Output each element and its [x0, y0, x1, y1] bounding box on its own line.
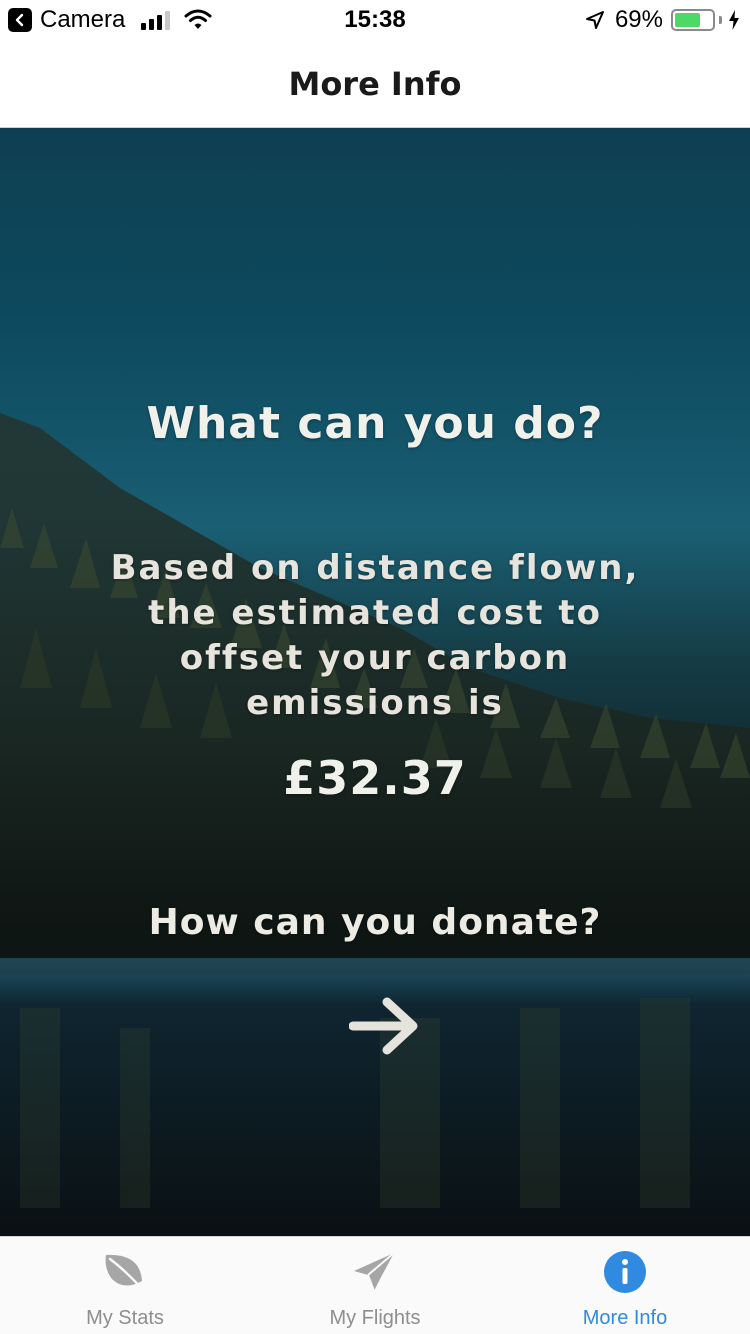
- tab-label-my-stats: My Stats: [86, 1307, 164, 1329]
- battery-cap: [719, 16, 722, 24]
- tab-label-more-info: More Info: [582, 1307, 668, 1329]
- donate-question: How can you donate?: [148, 902, 602, 943]
- back-app-label[interactable]: Camera: [40, 6, 125, 34]
- arrow-right-icon: [349, 997, 418, 1055]
- tab-my-flights[interactable]: My Flights: [250, 1237, 500, 1334]
- location-arrow-icon: [585, 11, 604, 29]
- paper-plane-icon: [350, 1249, 400, 1295]
- info-icon: [600, 1249, 650, 1295]
- status-right: 69%: [585, 6, 740, 34]
- tab-more-info[interactable]: More Info: [500, 1237, 750, 1334]
- offset-cost-amount: £32.37: [283, 751, 467, 805]
- tab-bar: My Stats My Flights More Info: [0, 1236, 750, 1334]
- back-to-app-icon[interactable]: [8, 8, 32, 32]
- info-hero: What can you do? Based on distance flown…: [0, 128, 750, 1236]
- cellular-signal-icon: [141, 10, 171, 30]
- battery-level: [675, 13, 700, 27]
- status-bar: Camera 15:38 69%: [0, 0, 750, 40]
- status-left: Camera: [8, 6, 212, 34]
- tab-my-stats[interactable]: My Stats: [0, 1237, 250, 1334]
- wifi-icon: [184, 9, 212, 29]
- battery-icon: [671, 9, 715, 31]
- navigation-bar: More Info: [0, 40, 750, 128]
- tab-label-my-flights: My Flights: [329, 1307, 421, 1329]
- leaf-icon: [100, 1249, 150, 1295]
- heading-what-can-you-do: What can you do?: [146, 398, 604, 449]
- donate-next-button[interactable]: [340, 986, 430, 1066]
- page-title: More Info: [288, 64, 462, 103]
- offset-cost-description: Based on distance flown, the estimated c…: [110, 548, 640, 723]
- charging-bolt-icon: [729, 10, 739, 30]
- battery-percent: 69%: [614, 6, 663, 33]
